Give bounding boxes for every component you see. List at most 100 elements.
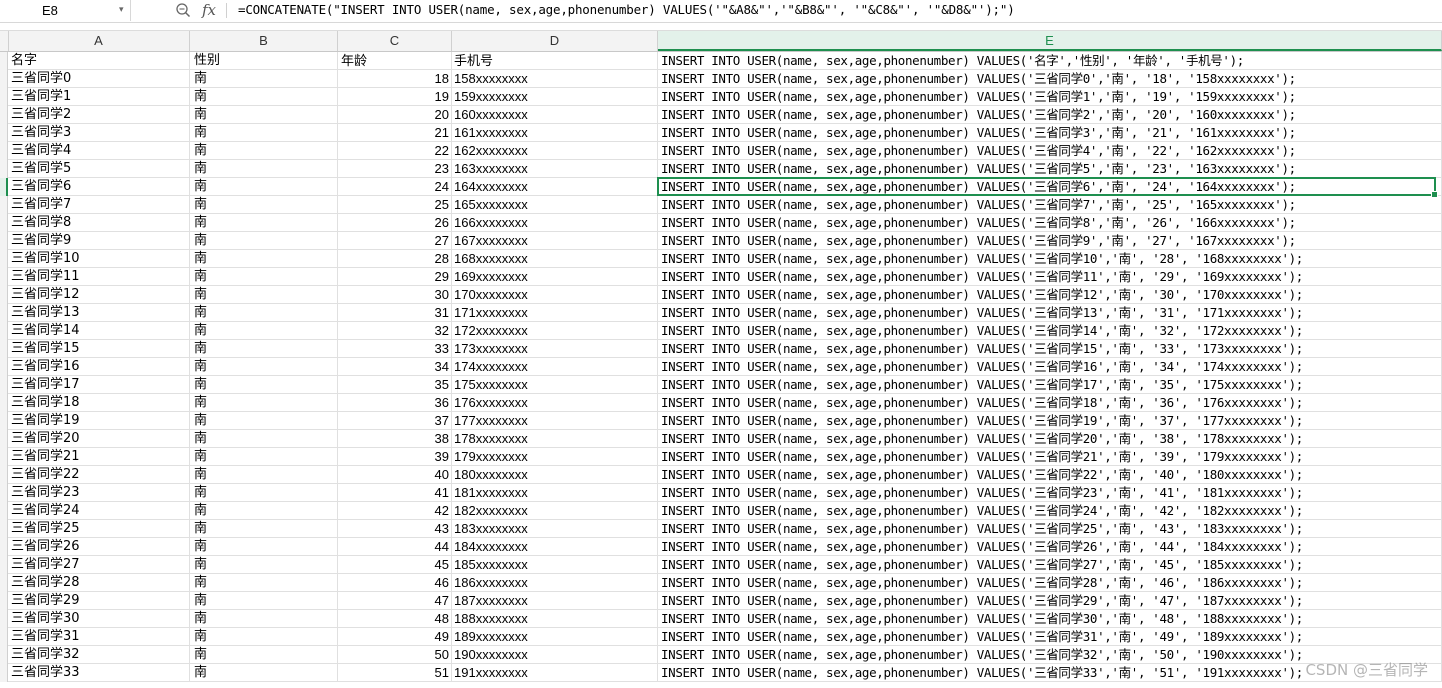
cell-b[interactable]: 南 [190,358,338,375]
cell-c[interactable]: 48 [338,610,452,627]
cell-a[interactable]: 三省同学7 [8,196,190,213]
row-marker[interactable] [0,124,8,142]
cell-c[interactable]: 37 [338,412,452,429]
cell-c[interactable]: 35 [338,376,452,393]
cell-a[interactable]: 三省同学14 [8,322,190,339]
cell-e[interactable]: INSERT INTO USER(name, sex,age,phonenumb… [658,160,1442,177]
cell-b[interactable]: 南 [190,232,338,249]
cell-b[interactable]: 南 [190,304,338,321]
cell-e[interactable]: INSERT INTO USER(name, sex,age,phonenumb… [658,394,1442,411]
cell-e[interactable]: INSERT INTO USER(name, sex,age,phonenumb… [658,592,1442,609]
cell-a[interactable]: 三省同学24 [8,502,190,519]
column-header-a[interactable]: A [8,31,190,51]
name-box[interactable]: E8 ▾ [0,0,131,21]
cell-d[interactable]: 190xxxxxxxx [452,646,658,663]
cell-d[interactable]: 177xxxxxxxx [452,412,658,429]
cell-e[interactable]: INSERT INTO USER(name, sex,age,phonenumb… [658,610,1442,627]
cell-c[interactable]: 44 [338,538,452,555]
cell-c[interactable]: 34 [338,358,452,375]
column-header-b[interactable]: B [190,31,338,51]
cell-e[interactable]: INSERT INTO USER(name, sex,age,phonenumb… [658,322,1442,339]
cell-a[interactable]: 三省同学15 [8,340,190,357]
cell-b[interactable]: 南 [190,376,338,393]
cell-a[interactable]: 三省同学16 [8,358,190,375]
cell-b[interactable]: 南 [190,466,338,483]
cell-e[interactable]: INSERT INTO USER(name, sex,age,phonenumb… [658,178,1442,195]
row-marker[interactable] [0,250,8,268]
cell-c[interactable]: 24 [338,178,452,195]
cell-d[interactable]: 191xxxxxxxx [452,664,658,681]
cell-c[interactable]: 46 [338,574,452,591]
cell-e[interactable]: INSERT INTO USER(name, sex,age,phonenumb… [658,142,1442,159]
cell-e[interactable]: INSERT INTO USER(name, sex,age,phonenumb… [658,466,1442,483]
cell-d[interactable]: 164xxxxxxxx [452,178,658,195]
row-marker[interactable] [0,160,8,178]
cell-b[interactable]: 南 [190,106,338,123]
cell-a[interactable]: 三省同学25 [8,520,190,537]
cell-a[interactable]: 三省同学23 [8,484,190,501]
cell-b[interactable]: 南 [190,556,338,573]
cell-b[interactable]: 南 [190,142,338,159]
row-marker[interactable] [0,394,8,412]
cell-d[interactable]: 176xxxxxxxx [452,394,658,411]
cell-d[interactable]: 178xxxxxxxx [452,430,658,447]
cell-c[interactable]: 26 [338,214,452,231]
cell-c[interactable]: 38 [338,430,452,447]
cell-e[interactable]: INSERT INTO USER(name, sex,age,phonenumb… [658,124,1442,141]
cell-e[interactable]: INSERT INTO USER(name, sex,age,phonenumb… [658,286,1442,303]
row-marker[interactable] [0,430,8,448]
cell-c[interactable]: 22 [338,142,452,159]
cell-b[interactable]: 南 [190,322,338,339]
cell-b[interactable]: 南 [190,178,338,195]
cell-b[interactable]: 南 [190,592,338,609]
cell-b[interactable]: 南 [190,268,338,285]
cell-e[interactable]: INSERT INTO USER(name, sex,age,phonenumb… [658,556,1442,573]
cell-b[interactable]: 南 [190,448,338,465]
cell-e[interactable]: INSERT INTO USER(name, sex,age,phonenumb… [658,250,1442,267]
cell-c[interactable]: 36 [338,394,452,411]
cell-a[interactable]: 三省同学1 [8,88,190,105]
row-marker[interactable] [0,178,8,196]
cell-b[interactable]: 南 [190,610,338,627]
row-marker[interactable] [0,502,8,520]
cell-d[interactable]: 158xxxxxxxx [452,70,658,87]
cell-e[interactable]: INSERT INTO USER(name, sex,age,phonenumb… [658,574,1442,591]
cell-d[interactable]: 179xxxxxxxx [452,448,658,465]
row-marker[interactable] [0,52,8,70]
cell-b[interactable]: 南 [190,286,338,303]
cell-a[interactable]: 三省同学26 [8,538,190,555]
cell-a[interactable]: 三省同学33 [8,664,190,681]
cell-a[interactable]: 三省同学19 [8,412,190,429]
cell-c[interactable]: 42 [338,502,452,519]
zoom-icon[interactable] [175,2,191,18]
cell-d[interactable]: 168xxxxxxxx [452,250,658,267]
cell-d[interactable]: 180xxxxxxxx [452,466,658,483]
cell-a[interactable]: 三省同学22 [8,466,190,483]
cell-b[interactable]: 南 [190,160,338,177]
cell-d[interactable]: 182xxxxxxxx [452,502,658,519]
cell-b[interactable]: 南 [190,664,338,681]
cell-e[interactable]: INSERT INTO USER(name, sex,age,phonenumb… [658,340,1442,357]
column-header-c[interactable]: C [338,31,452,51]
cell-a[interactable]: 三省同学28 [8,574,190,591]
row-marker[interactable] [0,520,8,538]
row-marker[interactable] [0,88,8,106]
row-marker[interactable] [0,646,8,664]
row-marker[interactable] [0,322,8,340]
cell-e[interactable]: INSERT INTO USER(name, sex,age,phonenumb… [658,538,1442,555]
cell-b[interactable]: 南 [190,70,338,87]
cell-b[interactable]: 性别 [190,52,338,69]
cell-e[interactable]: INSERT INTO USER(name, sex,age,phonenumb… [658,52,1442,69]
cell-d[interactable]: 162xxxxxxxx [452,142,658,159]
row-marker[interactable] [0,70,8,88]
cell-a[interactable]: 三省同学6 [8,178,190,195]
column-header-d[interactable]: D [452,31,658,51]
row-marker[interactable] [0,592,8,610]
row-marker[interactable] [0,142,8,160]
cell-c[interactable]: 18 [338,70,452,87]
row-marker[interactable] [0,484,8,502]
cell-d[interactable]: 159xxxxxxxx [452,88,658,105]
cell-c[interactable]: 20 [338,106,452,123]
cell-b[interactable]: 南 [190,88,338,105]
cell-a[interactable]: 三省同学2 [8,106,190,123]
